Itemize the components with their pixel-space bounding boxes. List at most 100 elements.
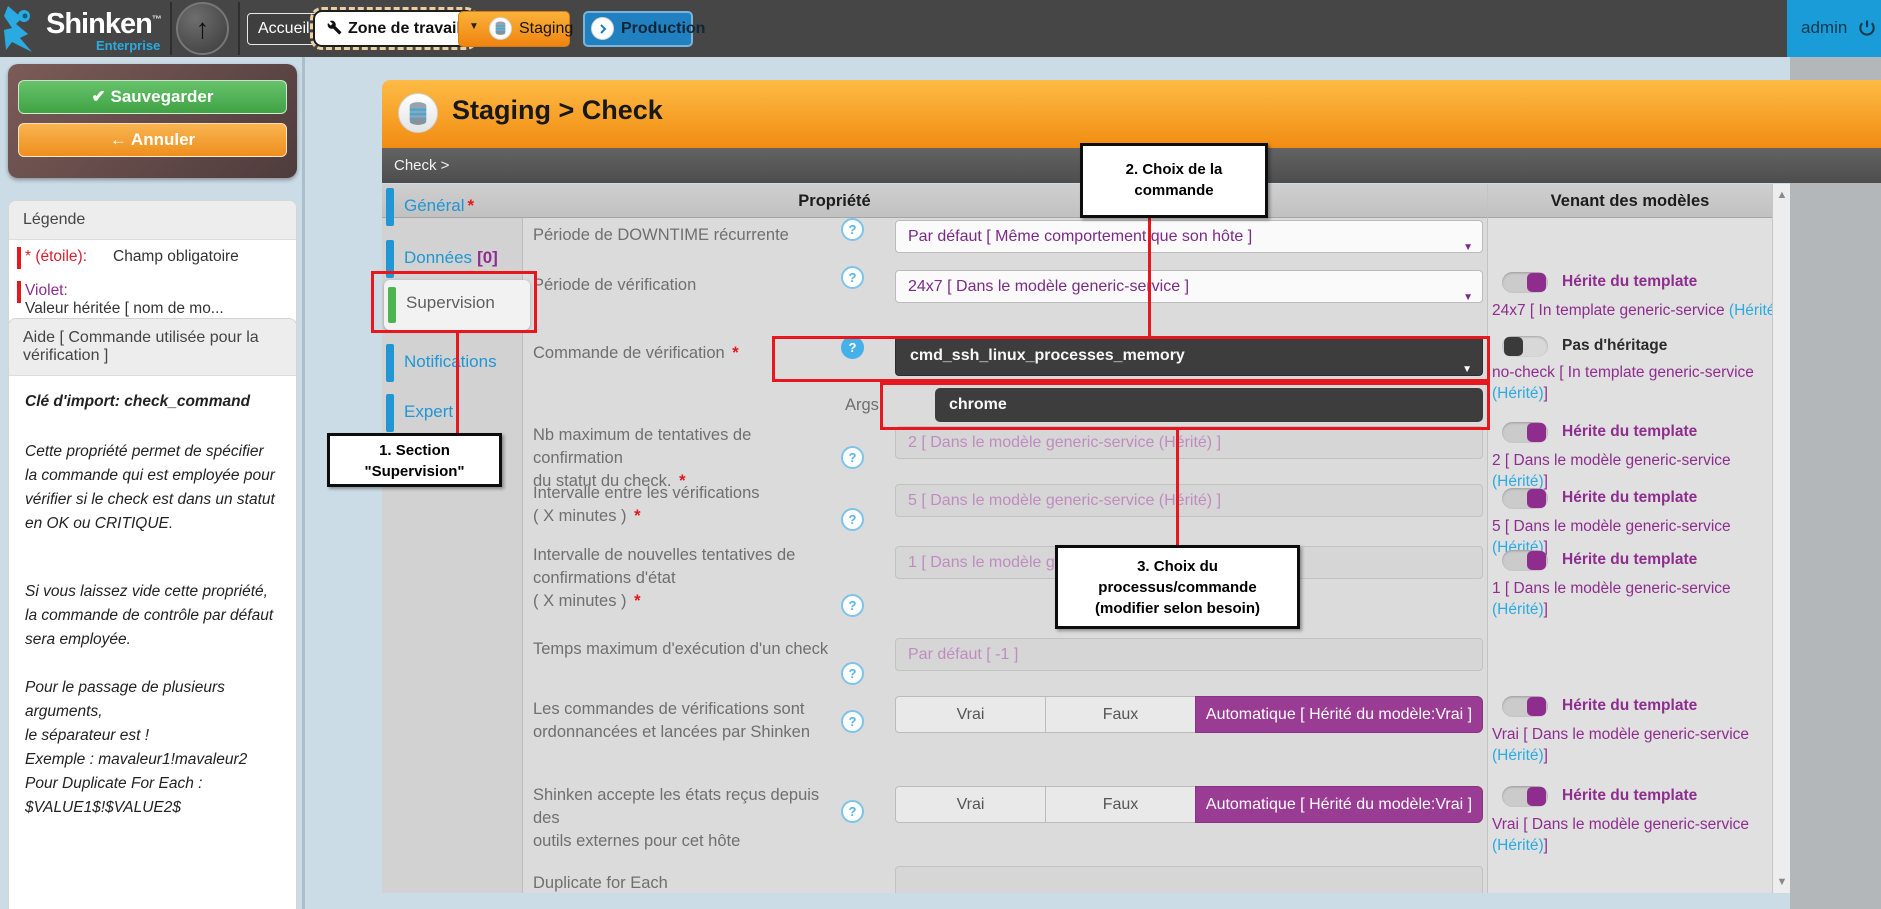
template-toggle-max-check-attempts[interactable] [1502, 422, 1548, 443]
template-label-passive-checks-accepted: Hérite du template [1562, 787, 1697, 805]
field-label-check-interval: Intervalle entre les vérifications( X mi… [533, 482, 845, 528]
chevron-down-icon: ▼ [469, 21, 479, 32]
tristate-option-passive-checks-accepted-1[interactable]: Faux [1045, 786, 1196, 823]
save-button[interactable]: ✔ Sauvegarder [18, 80, 287, 114]
tab-label: Données[0] [404, 248, 498, 268]
template-label-check-period: Hérite du template [1562, 273, 1697, 291]
power-icon [1857, 18, 1877, 38]
staging-button[interactable]: ▼ Staging [458, 11, 570, 47]
tab-item-general[interactable]: Général* [382, 188, 523, 228]
annotation-line [1148, 218, 1151, 338]
toggle-knob [1527, 273, 1546, 292]
select-recurrent-downtime[interactable]: Par défaut [ Même comportement que son h… [895, 220, 1483, 253]
database-icon [398, 93, 438, 133]
help-icon-recurrent-downtime[interactable]: ? [841, 218, 864, 241]
template-toggle-check-interval[interactable] [1502, 488, 1548, 509]
scroll-up-icon[interactable]: ▲ [1773, 186, 1790, 204]
legend-title: Légende [9, 201, 296, 240]
help-icon-check-interval[interactable]: ? [841, 508, 864, 531]
field-label-active-checks-enabled: Les commandes de vérifications sontordon… [533, 698, 845, 744]
toggle-knob [1527, 423, 1546, 442]
template-toggle-check-period[interactable] [1502, 272, 1548, 293]
tristate-option-passive-checks-accepted-0[interactable]: Vrai [895, 786, 1046, 823]
tab-indicator [386, 188, 394, 226]
config-panel: Propriété Venant des modèles Général*Don… [382, 184, 1790, 893]
scrollbar[interactable]: ▲ ▼ [1772, 184, 1790, 893]
wrench-icon [327, 20, 342, 35]
template-value-retry-interval: 1 [ Dans le modèle generic-service (Héri… [1492, 578, 1786, 620]
shinken-logo-icon [2, 4, 46, 59]
field-label-max-check-time: Temps maximum d'exécution d'un check [533, 638, 845, 661]
bottom-margin [305, 893, 1790, 909]
help-paragraph: Pour le passage de plusieurs arguments, … [25, 676, 280, 820]
check-icon: ✔ [92, 87, 106, 106]
help-icon-max-check-attempts[interactable]: ? [841, 446, 864, 469]
template-value-check-period: 24x7 [ In template generic-service (Héri… [1492, 300, 1786, 321]
tab-item-expert[interactable]: Expert [382, 394, 523, 434]
annotation-box-step2: 2. Choix de lacommande [1080, 143, 1268, 218]
tristate-option-active-checks-enabled-1[interactable]: Faux [1045, 696, 1196, 733]
template-value-max-check-attempts: 2 [ Dans le modèle generic-service (Héri… [1492, 450, 1786, 492]
template-label-retry-interval: Hérite du template [1562, 551, 1697, 569]
home-button[interactable]: Accueil [247, 13, 321, 45]
template-toggle-retry-interval[interactable] [1502, 550, 1548, 571]
field-label-check-period: Période de vérification [533, 274, 845, 297]
username: admin [1801, 18, 1847, 38]
production-button[interactable]: Production [583, 11, 693, 47]
staging-label: Staging [519, 20, 573, 38]
help-icon-max-check-time[interactable]: ? [841, 662, 864, 685]
toggle-knob [1504, 337, 1523, 356]
tab-label: Expert [404, 402, 453, 422]
annotation-box-step1: 1. Section"Supervision" [327, 433, 502, 487]
template-toggle-passive-checks-accepted[interactable] [1502, 786, 1548, 807]
help-icon-passive-checks-accepted[interactable]: ? [841, 800, 864, 823]
template-label-check-command: Pas d'héritage [1562, 337, 1667, 355]
annotation-line [1176, 430, 1179, 545]
divider [1487, 184, 1488, 893]
legend-marker [17, 247, 21, 269]
tristate-option-passive-checks-accepted-2[interactable]: Automatique [ Hérité du modèle:Vrai ] [1195, 786, 1483, 823]
legend-desc: Champ obligatoire [113, 248, 239, 265]
help-paragraph: Cette propriété permet de spécifier la c… [25, 440, 280, 536]
field-label-duplicate-for-each: Duplicate for Each [533, 872, 845, 893]
tristate-option-active-checks-enabled-0[interactable]: Vrai [895, 696, 1046, 733]
template-toggle-check-command[interactable] [1502, 336, 1548, 357]
cancel-button[interactable]: ← Annuler [18, 123, 287, 157]
help-icon-retry-interval[interactable]: ? [841, 594, 864, 617]
input-max-check-time: Par défaut [ -1 ] [895, 638, 1483, 671]
database-icon [489, 17, 512, 40]
user-menu[interactable]: admin [1787, 0, 1881, 57]
tab-indicator [386, 344, 394, 382]
workzone-button[interactable]: Zone de travail [313, 10, 475, 47]
template-toggle-active-checks-enabled[interactable] [1502, 696, 1548, 717]
template-label-max-check-attempts: Hérite du template [1562, 423, 1697, 441]
scroll-down-icon[interactable]: ▼ [1773, 873, 1790, 891]
help-icon-check-period[interactable]: ? [841, 266, 864, 289]
annotation-rect-command [772, 336, 1490, 382]
template-value-passive-checks-accepted: Vrai [ Dans le modèle generic-service (H… [1492, 814, 1786, 856]
brand-edition: Enterprise [96, 38, 160, 53]
column-header-templates: Venant des modèles [1488, 184, 1772, 218]
input-duplicate-for-each[interactable] [895, 866, 1483, 893]
annotation-rect-args [880, 382, 1490, 430]
help-icon-active-checks-enabled[interactable]: ? [841, 710, 864, 733]
tab-item-notifications[interactable]: Notifications [382, 344, 523, 384]
template-label-check-interval: Hérite du template [1562, 489, 1697, 507]
legend-row: * (étoile):Champ obligatoire [9, 240, 296, 274]
toggle-knob [1527, 489, 1546, 508]
field-label-passive-checks-accepted: Shinken accepte les états reçus depuis d… [533, 784, 845, 853]
chevron-right-icon [591, 17, 614, 40]
input-check-interval: 5 [ Dans le modèle generic-service (Héri… [895, 484, 1483, 517]
args-label: Args [845, 396, 879, 415]
tristate-option-active-checks-enabled-2[interactable]: Automatique [ Hérité du modèle:Vrai ] [1195, 696, 1483, 733]
legend-card: Légende * (étoile):Champ obligatoireViol… [8, 200, 297, 327]
page-header: Staging > Check [382, 80, 1881, 148]
chevron-down-icon: ▼ [1463, 232, 1473, 263]
action-panel: ✔ Sauvegarder ← Annuler [8, 64, 297, 178]
scroll-top-button[interactable]: ↑ [176, 2, 229, 55]
template-label-active-checks-enabled: Hérite du template [1562, 697, 1697, 715]
help-paragraph: Clé d'import: check_command [25, 390, 280, 414]
legend-term: * (étoile): [25, 248, 113, 266]
annotation-line [456, 333, 459, 433]
select-check-period[interactable]: 24x7 [ Dans le modèle generic-service ]▼ [895, 270, 1483, 303]
